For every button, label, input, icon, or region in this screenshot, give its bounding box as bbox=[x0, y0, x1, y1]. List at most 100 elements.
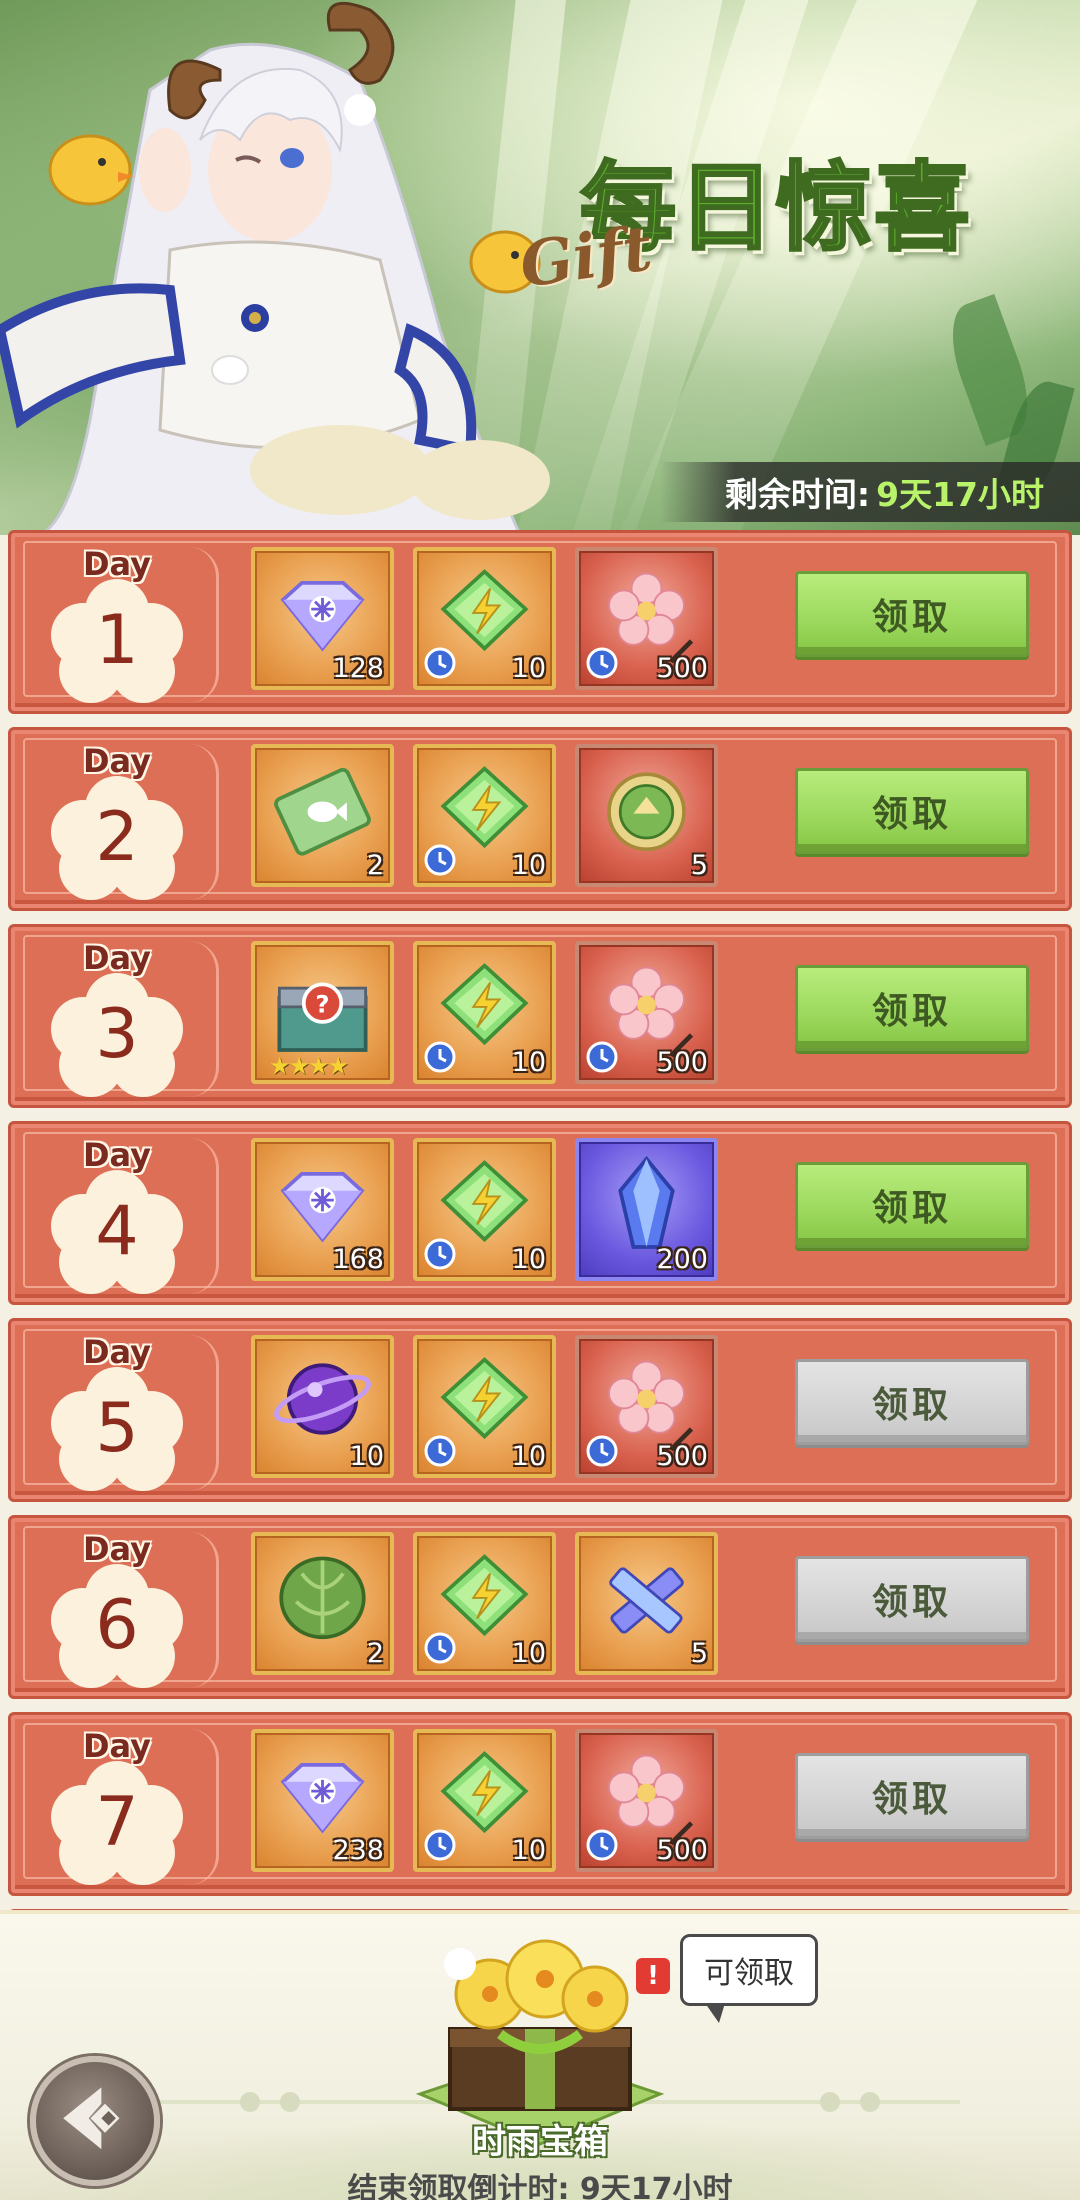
claim-button[interactable]: 领取 bbox=[795, 1753, 1029, 1839]
day-label: Day bbox=[82, 1530, 152, 1568]
day-badge: Day 4 bbox=[37, 1136, 197, 1294]
reward-items: 2 10 5 bbox=[251, 744, 718, 894]
day-label: Day bbox=[82, 1136, 152, 1174]
alert-badge: ! bbox=[636, 1958, 670, 1994]
reward-slot[interactable]: 10 bbox=[413, 1729, 556, 1872]
yellow-chick-icon bbox=[48, 134, 134, 206]
reward-slot[interactable]: 10 bbox=[251, 1335, 394, 1478]
reward-quantity: 10 bbox=[511, 1441, 546, 1472]
day-row: Day 7 238 10 500 领取 bbox=[8, 1712, 1072, 1896]
chest-name: 时雨宝箱 bbox=[472, 2122, 608, 2162]
day-number: 6 bbox=[95, 1586, 139, 1665]
reward-quantity: 5 bbox=[690, 1638, 708, 1669]
reward-items: 128 10 500 bbox=[251, 547, 718, 697]
event-title-part2: 惊喜 bbox=[775, 151, 972, 266]
reward-quantity: 10 bbox=[511, 850, 546, 881]
badge-divider bbox=[189, 547, 219, 703]
timer-clock-icon bbox=[423, 1631, 457, 1665]
reward-slot[interactable]: 10 bbox=[413, 744, 556, 887]
day-label: Day bbox=[82, 742, 152, 780]
reward-slot[interactable]: 500 bbox=[575, 1335, 718, 1478]
reward-slot[interactable]: 200 bbox=[575, 1138, 718, 1281]
badge-divider bbox=[189, 1335, 219, 1491]
day-number: 5 bbox=[95, 1389, 139, 1468]
day-label: Day bbox=[82, 1727, 152, 1765]
claim-countdown: 结束领取倒计时: 9天17小时 bbox=[347, 2172, 733, 2200]
star-rating: ★★★★ bbox=[269, 1052, 349, 1080]
reward-quantity: 10 bbox=[511, 1638, 546, 1669]
reward-slot[interactable]: 2 bbox=[251, 744, 394, 887]
day-badge: Day 2 bbox=[37, 742, 197, 900]
reward-slot[interactable]: 5 bbox=[575, 744, 718, 887]
timer-clock-icon bbox=[423, 1828, 457, 1862]
claimable-bubble: 可领取 bbox=[680, 1934, 818, 2023]
day-label: Day bbox=[82, 939, 152, 977]
reward-slot[interactable]: 5 bbox=[575, 1532, 718, 1675]
claim-button[interactable]: 领取 bbox=[795, 1359, 1029, 1445]
reward-slot[interactable]: 10 bbox=[413, 1335, 556, 1478]
reward-quantity: 10 bbox=[511, 653, 546, 684]
reward-quantity: 500 bbox=[656, 1835, 708, 1866]
reward-quantity: 238 bbox=[332, 1835, 384, 1866]
claim-button[interactable]: 领取 bbox=[795, 1162, 1029, 1248]
day-number: 4 bbox=[95, 1192, 139, 1271]
day-row: Day 2 2 10 5 领取 bbox=[8, 727, 1072, 911]
svg-text:?: ? bbox=[315, 990, 329, 1019]
reward-quantity: 500 bbox=[656, 1047, 708, 1078]
day-row: Day 4 168 10 200 领取 bbox=[8, 1121, 1072, 1305]
day-badge: Day 7 bbox=[37, 1727, 197, 1885]
claim-button[interactable]: 领取 bbox=[795, 571, 1029, 657]
reward-quantity: 200 bbox=[656, 1244, 708, 1275]
daily-reward-list[interactable]: Day 1 128 10 500 领取 Day 2 2 10 5 领取 Day 3? ★★★★ 10 500 领取… bbox=[0, 530, 1080, 1910]
reward-slot[interactable]: 168 bbox=[251, 1138, 394, 1281]
reward-items: 2 10 5 bbox=[251, 1532, 718, 1682]
timer-clock-icon bbox=[585, 646, 619, 680]
remaining-time-value: 9天17小时 bbox=[876, 475, 1044, 514]
badge-divider bbox=[189, 744, 219, 900]
reward-slot[interactable]: 238 bbox=[251, 1729, 394, 1872]
day-label: Day bbox=[82, 1333, 152, 1371]
reward-slot[interactable]: 10 bbox=[413, 1138, 556, 1281]
footer-dot bbox=[860, 2092, 880, 2112]
reward-items: ? ★★★★ 10 500 bbox=[251, 941, 718, 1091]
badge-divider bbox=[189, 1532, 219, 1688]
reward-slot[interactable]: ? ★★★★ bbox=[251, 941, 394, 1084]
reward-quantity: 128 bbox=[332, 653, 384, 684]
reward-slot[interactable]: 2 bbox=[251, 1532, 394, 1675]
claim-button[interactable]: 领取 bbox=[795, 965, 1029, 1051]
day-badge: Day 6 bbox=[37, 1530, 197, 1688]
reward-quantity: 2 bbox=[366, 850, 384, 881]
day-number: 2 bbox=[95, 798, 139, 877]
reward-slot[interactable]: 128 bbox=[251, 547, 394, 690]
day-badge: Day 1 bbox=[37, 545, 197, 703]
reward-items: 168 10 200 bbox=[251, 1138, 718, 1288]
badge-divider bbox=[189, 941, 219, 1097]
timer-clock-icon bbox=[585, 1434, 619, 1468]
timer-clock-icon bbox=[423, 843, 457, 877]
reward-slot[interactable]: 10 bbox=[413, 547, 556, 690]
reward-quantity: 10 bbox=[511, 1244, 546, 1275]
back-arrow-icon bbox=[63, 2087, 120, 2150]
reward-slot[interactable]: 500 bbox=[575, 941, 718, 1084]
remaining-time-label: 剩余时间: bbox=[724, 475, 871, 514]
reward-quantity: 10 bbox=[349, 1441, 384, 1472]
reward-slot[interactable]: 500 bbox=[575, 1729, 718, 1872]
claim-button[interactable]: 领取 bbox=[795, 768, 1029, 854]
day-label: Day bbox=[82, 545, 152, 583]
timer-clock-icon bbox=[585, 1040, 619, 1074]
reward-items: 10 10 500 bbox=[251, 1335, 718, 1485]
day-number: 1 bbox=[95, 601, 139, 680]
claim-button[interactable]: 领取 bbox=[795, 1556, 1029, 1642]
reward-quantity: 10 bbox=[511, 1835, 546, 1866]
timer-clock-icon bbox=[585, 1828, 619, 1862]
reward-slot[interactable]: 10 bbox=[413, 941, 556, 1084]
reward-slot[interactable]: 10 bbox=[413, 1532, 556, 1675]
footer-dot bbox=[820, 2092, 840, 2112]
footer-dot bbox=[240, 2092, 260, 2112]
day-row: Day 6 2 10 5 领取 bbox=[8, 1515, 1072, 1699]
timer-clock-icon bbox=[423, 1237, 457, 1271]
reward-slot[interactable]: 500 bbox=[575, 547, 718, 690]
reward-items: 238 10 500 bbox=[251, 1729, 718, 1879]
reward-quantity: 168 bbox=[332, 1244, 384, 1275]
remaining-time: 剩余时间: 9天17小时 bbox=[660, 462, 1080, 522]
